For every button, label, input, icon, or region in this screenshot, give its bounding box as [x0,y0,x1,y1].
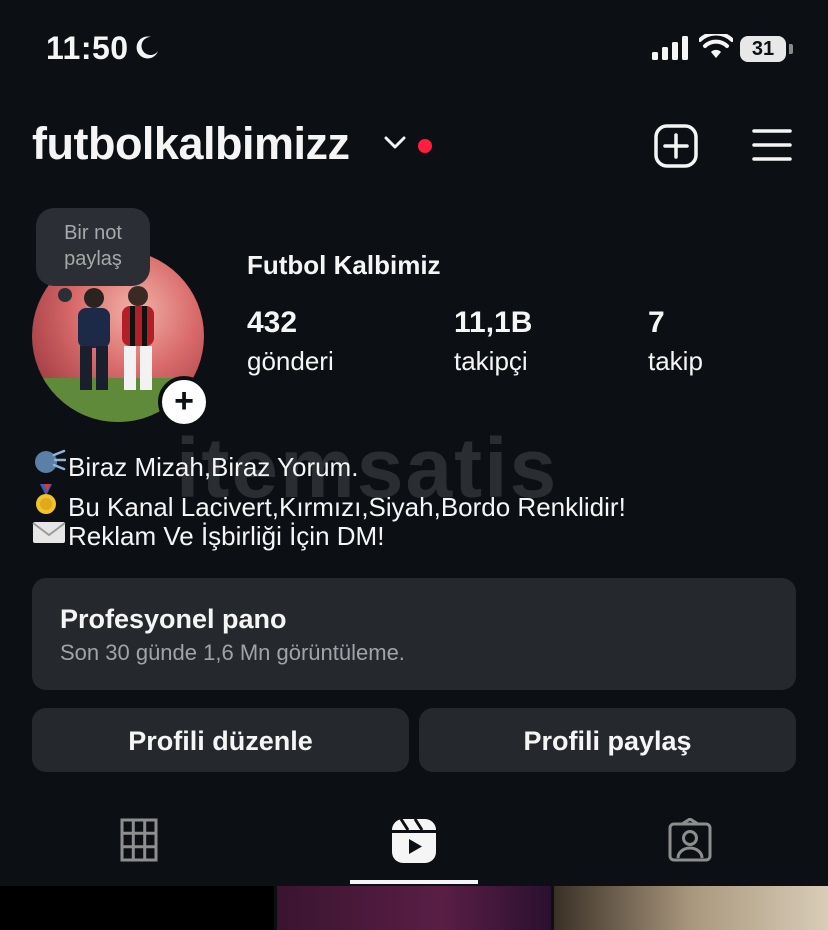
bio-line-1: Biraz Mizah,Biraz Yorum. [32,446,358,485]
post-thumbnail[interactable] [277,886,551,930]
posts-count[interactable]: 432 [247,306,297,340]
reels-icon[interactable] [391,818,437,864]
status-time: 11:50 [46,30,129,66]
display-name: Futbol Kalbimiz [247,250,441,280]
battery-indicator: 31 [740,36,786,62]
followers-label[interactable]: takipçi [454,346,528,377]
grid-icon[interactable] [120,818,158,862]
menu-icon[interactable] [752,128,792,162]
edit-profile-button[interactable]: Profili düzenle [32,708,409,772]
following-label[interactable]: takip [648,346,703,377]
bio-text-3: Reklam Ve İşbirliği İçin DM! [68,521,385,551]
share-profile-button[interactable]: Profili paylaş [419,708,796,772]
note-line-2: paylaş [64,248,122,270]
signal-icon [652,36,688,60]
bio-line-3: Reklam Ve İşbirliği İçin DM! [32,518,384,554]
note-bubble-tail [58,288,72,302]
active-tab-indicator [350,880,478,884]
followers-count[interactable]: 11,1B [454,306,532,340]
moon-icon [136,36,158,59]
speaking-head-icon [32,446,68,485]
username-switcher[interactable]: futbolkalbimizz [32,118,350,170]
battery-tip [789,44,793,54]
bio-text-1: Biraz Mizah,Biraz Yorum. [68,452,359,482]
professional-dashboard-title: Profesyonel pano [60,604,287,634]
posts-label[interactable]: gönderi [247,346,334,377]
note-line-1: Bir not [64,222,122,244]
following-count[interactable]: 7 [648,306,665,340]
note-bubble[interactable]: Bir not paylaş [36,208,150,286]
add-post-icon[interactable] [654,124,698,168]
post-thumbnail[interactable] [554,886,828,930]
chevron-down-icon[interactable] [384,136,406,150]
envelope-icon [32,518,68,554]
post-thumbnail[interactable] [0,886,274,930]
wifi-icon [699,34,733,58]
tagged-icon[interactable] [668,818,712,862]
professional-dashboard-subtitle: Son 30 günde 1,6 Mn görüntüleme. [60,640,405,665]
notification-dot [418,139,432,153]
